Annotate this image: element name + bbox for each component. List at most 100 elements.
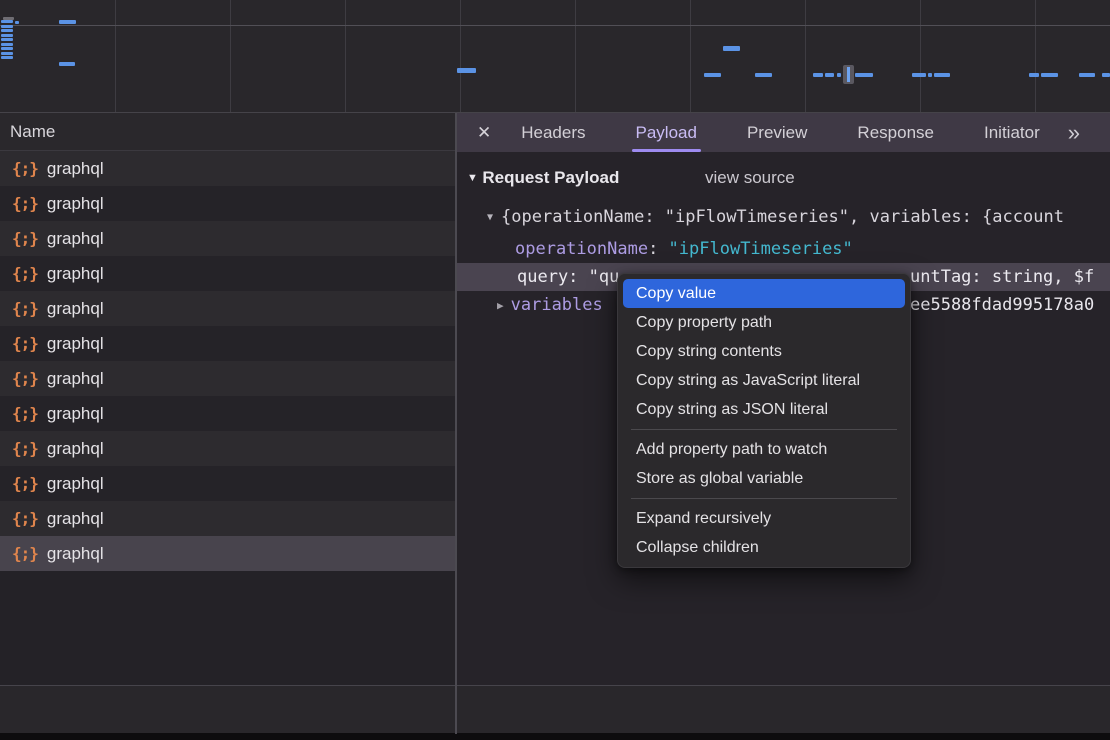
- view-source-link[interactable]: view source: [705, 164, 795, 192]
- tab-response[interactable]: Response: [853, 113, 938, 152]
- timeline-request-bar: [59, 20, 76, 24]
- timeline-request-bar: [755, 73, 772, 77]
- expand-triangle-icon: ▼: [487, 212, 493, 223]
- menu-item-copy-string-as-json-literal[interactable]: Copy string as JSON literal: [618, 395, 910, 424]
- json-request-icon: {;}: [12, 291, 38, 326]
- request-name: graphql: [47, 396, 104, 431]
- request-name: graphql: [47, 536, 104, 571]
- timeline-request-bar: [15, 21, 19, 24]
- timeline-request-bar: [704, 73, 721, 77]
- window-bottom-edge: [0, 733, 1110, 740]
- request-name: graphql: [47, 221, 104, 256]
- tab-headers[interactable]: Headers: [517, 113, 589, 152]
- operation-name-row[interactable]: operationName: "ipFlowTimeseries": [457, 235, 1110, 263]
- timeline-request-bar: [1, 56, 13, 59]
- timeline-request-bar: [813, 73, 823, 77]
- more-tabs-icon[interactable]: »: [1068, 122, 1080, 144]
- tab-payload[interactable]: Payload: [632, 113, 701, 152]
- json-request-icon: {;}: [12, 186, 38, 221]
- json-request-icon: {;}: [12, 151, 38, 186]
- timeline-gridline: [805, 0, 806, 112]
- request-list: {;} graphql {;} graphql {;} graphql {;} graphql…: [0, 151, 455, 571]
- network-main-area: Name {;}graphql{;}graphql{;}graphql{;}gr…: [0, 112, 1110, 685]
- timeline-request-bar: [837, 73, 841, 77]
- name-column-header[interactable]: Name: [0, 113, 455, 151]
- timeline-request-bar: [928, 73, 932, 77]
- timeline-gridline: [115, 0, 116, 112]
- menu-item-copy-string-contents[interactable]: Copy string contents: [618, 337, 910, 366]
- timeline-request-bar: [1, 25, 13, 28]
- request-row[interactable]: {;} graphql: [0, 431, 455, 466]
- request-name: graphql: [47, 431, 104, 466]
- json-request-icon: {;}: [12, 256, 38, 291]
- json-request-icon: {;}: [12, 361, 38, 396]
- json-request-icon: {;}: [12, 396, 38, 431]
- json-request-icon: {;}: [12, 431, 38, 466]
- timeline-request-bar: [825, 73, 834, 77]
- request-name: graphql: [47, 501, 104, 536]
- timeline-request-bar: [912, 73, 926, 77]
- details-tabs: Headers Payload Preview Response Initiator: [517, 113, 1043, 152]
- timeline-request-bar: [1, 38, 13, 41]
- timeline-request-bar: [723, 46, 740, 51]
- timeline-request-bar: [1, 20, 13, 23]
- timeline-gridline: [575, 0, 576, 112]
- timeline-gridline: [460, 0, 461, 112]
- network-overview-timeline[interactable]: [0, 0, 1110, 112]
- request-row[interactable]: {;}graphql: [0, 151, 455, 186]
- json-request-icon: {;}: [12, 536, 38, 571]
- timeline-request-bar: [934, 73, 950, 77]
- json-request-icon: {;}: [12, 501, 38, 536]
- request-row[interactable]: {;} graphql: [0, 256, 455, 291]
- menu-separator: [631, 429, 897, 430]
- timeline-request-bar: [1, 29, 13, 32]
- request-row[interactable]: {;}graphql: [0, 361, 455, 396]
- timeline-request-bar: [1029, 73, 1039, 77]
- request-row[interactable]: {;} graphql: [0, 221, 455, 256]
- json-request-icon: {;}: [12, 221, 38, 256]
- payload-preview-text: {operationName: "ipFlowTimeseries", vari…: [501, 207, 1064, 227]
- panel-splitter[interactable]: [455, 113, 457, 734]
- request-row[interactable]: {;} graphql: [0, 501, 455, 536]
- timeline-gridline: [345, 0, 346, 112]
- variables-text-right: ee5588fdad995178a0: [910, 291, 1110, 319]
- payload-preview-row[interactable]: ▼ {operationName: "ipFlowTimeseries", var…: [457, 203, 1110, 231]
- tab-initiator[interactable]: Initiator: [980, 113, 1044, 152]
- menu-item-store-as-global-variable[interactable]: Store as global variable: [618, 464, 910, 493]
- menu-item-copy-property-path[interactable]: Copy property path: [618, 308, 910, 337]
- request-list-panel: Name {;}graphql{;}graphql{;}graphql{;}gr…: [0, 113, 455, 685]
- timeline-request-bar: [1, 52, 13, 55]
- menu-item-expand-recursively[interactable]: Expand recursively: [618, 504, 910, 533]
- timeline-request-bar: [1041, 73, 1058, 77]
- request-row[interactable]: {;}graphql: [0, 326, 455, 361]
- request-row[interactable]: {;} graphql: [0, 396, 455, 431]
- request-name: graphql: [47, 256, 104, 291]
- section-title: Request Payload: [482, 168, 619, 187]
- request-name: graphql: [47, 466, 104, 501]
- menu-item-copy-value[interactable]: Copy value: [623, 279, 905, 308]
- menu-item-collapse-children[interactable]: Collapse children: [618, 533, 910, 562]
- timeline-request-bar: [59, 62, 75, 66]
- request-row[interactable]: {;}graphql: [0, 186, 455, 221]
- json-request-icon: {;}: [12, 466, 38, 501]
- timeline-request-bar: [1, 34, 13, 37]
- menu-item-copy-string-as-javascript-literal[interactable]: Copy string as JavaScript literal: [618, 366, 910, 395]
- timeline-request-bar: [1, 43, 13, 46]
- request-row[interactable]: {;}graphql: [0, 291, 455, 326]
- tab-preview[interactable]: Preview: [743, 113, 811, 152]
- menu-item-add-property-path-to-watch[interactable]: Add property path to watch: [618, 435, 910, 464]
- expand-triangle-icon: ▶: [497, 299, 504, 312]
- request-row[interactable]: {;} graphql: [0, 466, 455, 501]
- summary-bar: [0, 685, 1110, 733]
- timeline-request-bar: [1, 47, 13, 50]
- request-payload-section[interactable]: ▼ Request Payload view source: [457, 164, 1110, 192]
- close-icon[interactable]: ✕: [477, 123, 491, 143]
- collapse-triangle-icon: ▼: [467, 172, 478, 184]
- details-tabbar: ✕ Headers Payload Preview Response Initiator…: [457, 113, 1110, 152]
- timeline-request-bar: [1102, 73, 1110, 77]
- name-column-label: Name: [10, 122, 55, 141]
- timeline-request-bar: [457, 68, 476, 73]
- context-menu: Copy valueCopy property pathCopy string …: [617, 273, 911, 568]
- request-row[interactable]: {;} graphql: [0, 536, 455, 571]
- timeline-gridline: [920, 0, 921, 112]
